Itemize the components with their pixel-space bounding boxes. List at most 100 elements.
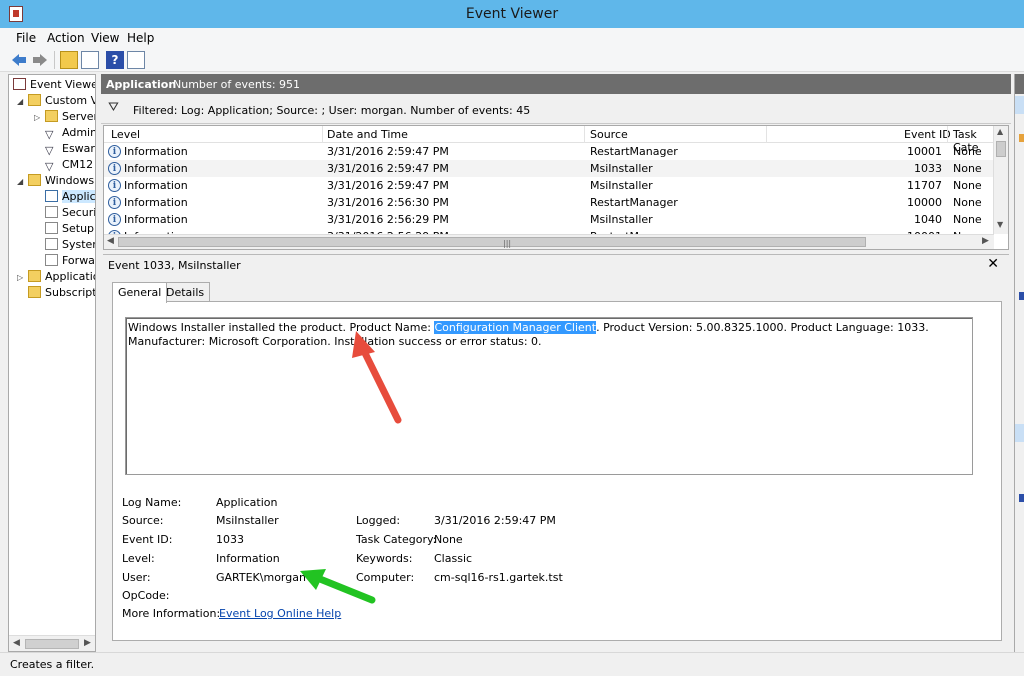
show-hide-tree-icon[interactable]: [81, 51, 99, 69]
tree-item-server[interactable]: Server: [45, 109, 95, 125]
table-row[interactable]: i Information 3/31/2016 2:59:47 PM MsiIn…: [104, 160, 994, 177]
actions-pane[interactable]: [1014, 74, 1024, 652]
expand-glyph-icon[interactable]: ▷: [17, 273, 23, 282]
close-icon[interactable]: ✕: [987, 256, 999, 272]
grid-vertical-scrollbar[interactable]: ▲ ▼: [993, 126, 1008, 234]
actions-section-application[interactable]: [1015, 96, 1024, 114]
tree-item-application[interactable]: Applic: [45, 189, 95, 205]
column-header-event-id[interactable]: Event ID: [904, 128, 951, 141]
filter-icon: [45, 143, 58, 155]
grid-horizontal-scrollbar[interactable]: ◀ ||| ▶: [104, 234, 994, 249]
column-header-source[interactable]: Source: [590, 128, 628, 141]
event-count: Number of events: 951: [173, 78, 301, 91]
tab-details[interactable]: Details: [160, 282, 211, 302]
grip-icon: |||: [503, 239, 512, 248]
tree-horizontal-scrollbar[interactable]: ◀ ▶: [9, 635, 95, 651]
events-grid[interactable]: Level Date and Time Source Event ID Task…: [103, 125, 1009, 250]
tree-item-system[interactable]: System: [45, 237, 95, 253]
log-icon: [45, 222, 58, 234]
keywords-label: Keywords:: [356, 552, 413, 565]
information-icon: i: [108, 179, 121, 192]
filter-icon: [45, 159, 58, 171]
tree-item-event-viewer[interactable]: Event Viewer (: [13, 77, 95, 93]
tree-item-custom-views[interactable]: Custom V: [28, 93, 95, 109]
title-bar[interactable]: Event Viewer: [0, 0, 1024, 28]
column-divider[interactable]: [322, 126, 323, 143]
log-icon: [45, 190, 58, 202]
menu-bar: File Action View Help: [0, 28, 1024, 48]
collapse-glyph-icon[interactable]: ◢: [17, 97, 23, 106]
folder-icon: [28, 174, 41, 186]
column-divider[interactable]: [584, 126, 585, 143]
funnel-filter-icon: ⛛: [108, 100, 119, 115]
tree-item-security[interactable]: Securit: [45, 205, 95, 221]
menu-action[interactable]: Action: [47, 31, 85, 45]
tree-item-setup[interactable]: Setup: [45, 221, 94, 237]
action-icon[interactable]: [1019, 292, 1024, 300]
filter-bar: ⛛ Filtered: Log: Application; Source: ; …: [101, 94, 1011, 124]
keywords-value: Classic: [434, 552, 473, 565]
toolbar: ?: [0, 48, 1024, 72]
log-icon: [45, 238, 58, 250]
tree-item-forwarded[interactable]: Forwar: [45, 253, 95, 269]
menu-file[interactable]: File: [16, 31, 36, 45]
table-row[interactable]: i Information 3/31/2016 2:59:47 PM Resta…: [104, 143, 994, 160]
tree-item-cm12[interactable]: CM12: [45, 157, 93, 173]
information-icon: i: [108, 213, 121, 226]
column-header-level[interactable]: Level: [111, 128, 140, 141]
console-tree[interactable]: Event Viewer ( ◢ Custom V ▷ Server Admin…: [8, 74, 96, 652]
tab-general[interactable]: General: [112, 282, 168, 303]
tree-item-eswar[interactable]: Eswar: [45, 141, 95, 157]
source-value: MsiInstaller: [216, 514, 279, 527]
event-log-online-help-link[interactable]: Event Log Online Help: [219, 607, 341, 620]
event-description-box[interactable]: Windows Installer installed the product.…: [125, 317, 973, 475]
forward-arrow-icon[interactable]: [31, 51, 49, 69]
scroll-thumb[interactable]: [996, 141, 1006, 157]
tree-item-subscriptions[interactable]: Subscripti: [28, 285, 95, 301]
table-row[interactable]: i Information 3/31/2016 2:59:47 PM MsiIn…: [104, 177, 994, 194]
filter-icon: [45, 127, 58, 139]
table-row[interactable]: i Information 3/31/2016 2:56:30 PM Resta…: [104, 194, 994, 211]
task-category-label: Task Category:: [356, 533, 437, 546]
scroll-left-icon[interactable]: ◀: [13, 638, 20, 648]
level-value: Information: [216, 552, 280, 565]
log-name-label: Log Name:: [122, 496, 182, 509]
tree-item-applications-services[interactable]: Application: [28, 269, 95, 285]
help-icon[interactable]: ?: [106, 51, 124, 69]
expand-glyph-icon[interactable]: ▷: [34, 113, 40, 122]
action-icon[interactable]: [1019, 134, 1024, 142]
scroll-right-icon[interactable]: ▶: [84, 638, 91, 648]
table-row[interactable]: i Information 3/31/2016 2:56:29 PM MsiIn…: [104, 211, 994, 228]
scroll-thumb[interactable]: [25, 639, 79, 649]
collapse-glyph-icon[interactable]: ◢: [17, 177, 23, 186]
menu-help[interactable]: Help: [127, 31, 154, 45]
logged-value: 3/31/2016 2:59:47 PM: [434, 514, 556, 527]
selected-text: Configuration Manager Client: [434, 321, 597, 334]
folder-icon: [28, 270, 41, 282]
grid-header: Level Date and Time Source Event ID Task…: [104, 126, 994, 154]
scroll-right-icon[interactable]: ▶: [982, 236, 989, 246]
action-icon[interactable]: [1019, 494, 1024, 502]
scroll-up-icon[interactable]: ▲: [997, 127, 1003, 136]
tree-item-admin[interactable]: Admin: [45, 125, 95, 141]
user-value: GARTEK\morgan: [216, 571, 306, 584]
scroll-left-icon[interactable]: ◀: [107, 236, 114, 246]
up-folder-icon[interactable]: [60, 51, 78, 69]
column-divider[interactable]: [947, 126, 948, 143]
event-viewer-window: Event Viewer File Action View Help ? Eve…: [0, 0, 1024, 676]
computer-label: Computer:: [356, 571, 415, 584]
back-arrow-icon[interactable]: [10, 51, 28, 69]
column-divider[interactable]: [766, 126, 767, 143]
scroll-down-icon[interactable]: ▼: [997, 220, 1003, 229]
actions-section-event[interactable]: [1015, 424, 1024, 442]
scroll-thumb[interactable]: |||: [118, 237, 866, 248]
folder-icon: [45, 110, 58, 122]
task-category-value: None: [434, 533, 463, 546]
menu-view[interactable]: View: [91, 31, 119, 45]
information-icon: i: [108, 162, 121, 175]
show-action-pane-icon[interactable]: [127, 51, 145, 69]
column-header-date[interactable]: Date and Time: [327, 128, 408, 141]
tree-item-windows-logs[interactable]: Windows: [28, 173, 94, 189]
more-information-label: More Information:: [122, 607, 221, 620]
actions-header: [1015, 74, 1024, 94]
